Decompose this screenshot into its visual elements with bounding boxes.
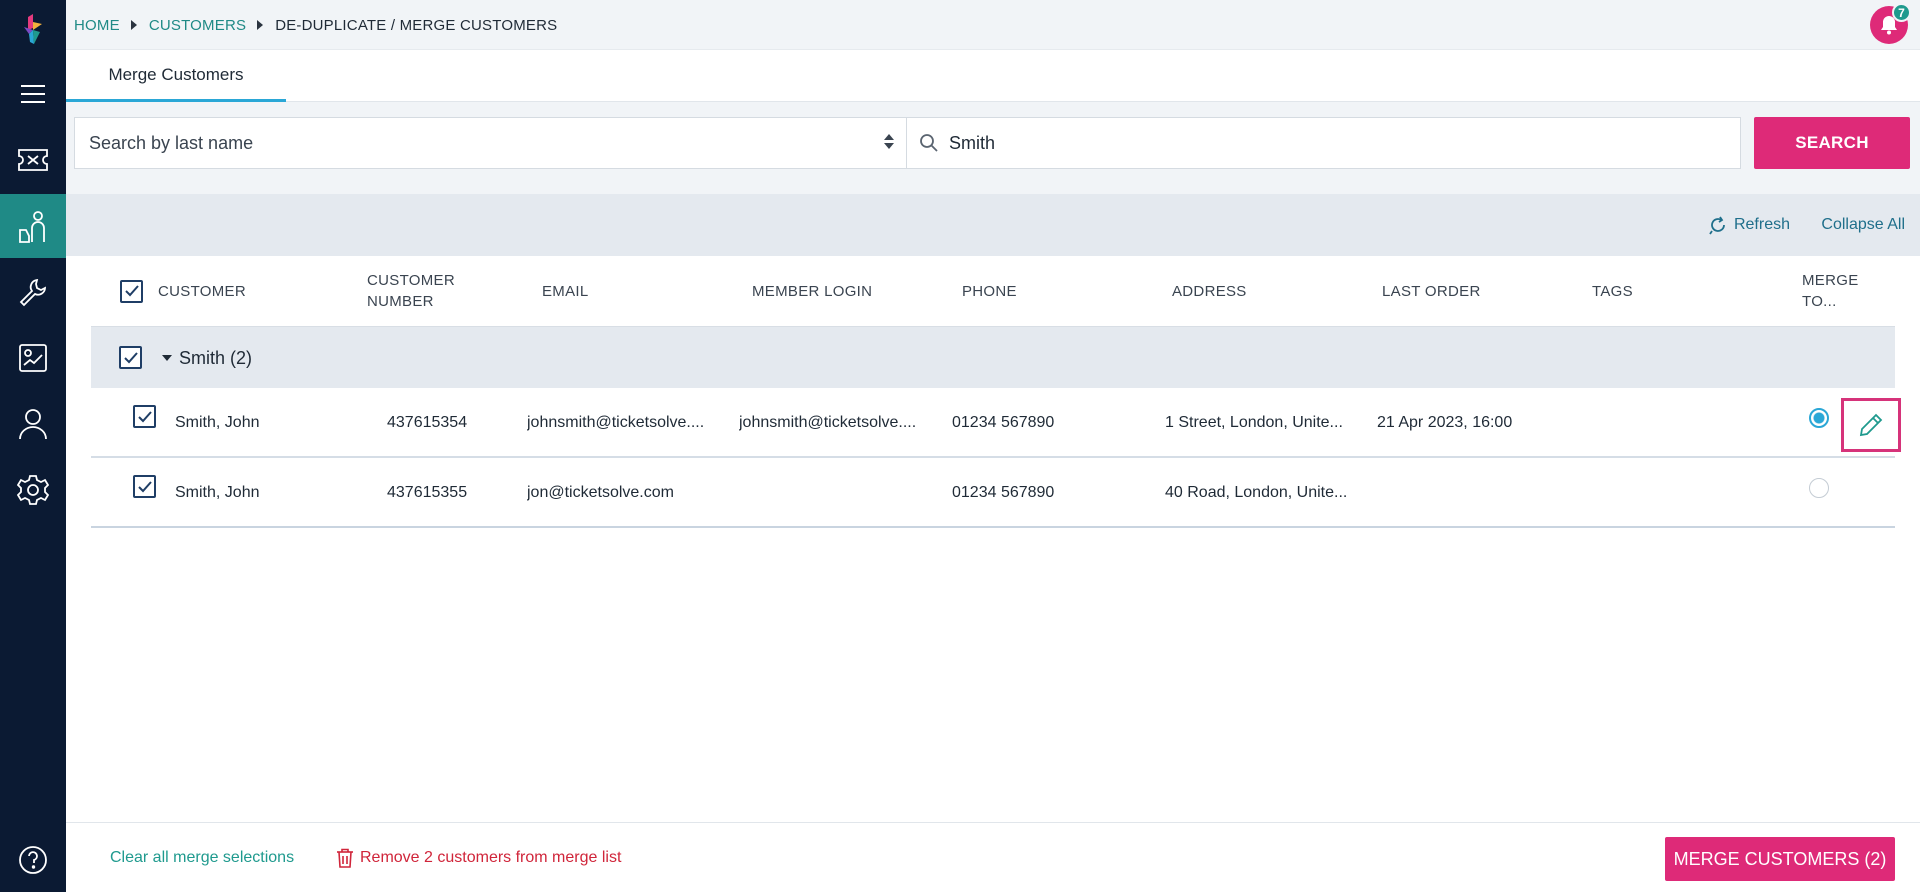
breadcrumb-current: DE-DUPLICATE / MERGE CUSTOMERS xyxy=(275,16,558,34)
header-email[interactable]: EMAIL xyxy=(542,256,589,326)
wrench-icon[interactable] xyxy=(0,260,66,324)
table-row[interactable]: Smith, John 437615355 jon@ticketsolve.co… xyxy=(91,458,1895,528)
row-checkbox[interactable] xyxy=(133,405,156,428)
search-input-wrapper xyxy=(906,117,1741,169)
cell-member-login: johnsmith@ticketsolve.... xyxy=(739,414,917,431)
merge-to-radio[interactable] xyxy=(1809,478,1829,498)
cell-phone: 01234 567890 xyxy=(952,414,1055,431)
breadcrumb-customers[interactable]: CUSTOMERS xyxy=(149,17,246,34)
refresh-label: Refresh xyxy=(1733,216,1790,233)
cell-customer-number: 437615354 xyxy=(387,414,468,431)
row-checkbox[interactable] xyxy=(133,475,156,498)
header-merge-to: MERGE TO... xyxy=(1802,256,1859,326)
search-area: Search by last name SEARCH xyxy=(66,102,1920,194)
header-customer-number[interactable]: CUSTOMER NUMBER xyxy=(367,256,455,326)
merge-customers-button[interactable]: MERGE CUSTOMERS (2) xyxy=(1665,837,1895,881)
cell-customer-name[interactable]: Smith, John xyxy=(175,388,355,458)
notifications-button[interactable]: 7 xyxy=(1870,3,1911,44)
clear-merge-selections-link[interactable]: Clear all merge selections xyxy=(110,823,294,892)
cell-address: 40 Road, London, Unite... xyxy=(1165,484,1348,501)
cell-email: johnsmith@ticketsolve.... xyxy=(527,414,705,431)
cell-tags xyxy=(1590,388,1740,458)
table-toolbar: Refresh Collapse All xyxy=(66,194,1920,256)
customers-table: CUSTOMER CUSTOMER NUMBER EMAIL MEMBER LO… xyxy=(91,256,1901,528)
tab-bar: Merge Customers xyxy=(66,50,1920,102)
search-button[interactable]: SEARCH xyxy=(1754,117,1910,169)
checkmark-icon xyxy=(137,410,152,422)
table-row[interactable]: Smith, John 437615354 johnsmith@ticketso… xyxy=(91,388,1901,458)
cell-member-login xyxy=(739,458,939,528)
select-all-checkbox[interactable] xyxy=(120,256,143,326)
group-checkbox[interactable] xyxy=(119,346,142,369)
caret-down-icon[interactable] xyxy=(162,355,172,361)
header-phone[interactable]: PHONE xyxy=(962,256,1017,326)
help-icon[interactable] xyxy=(0,828,66,892)
cell-address: 1 Street, London, Unite... xyxy=(1165,414,1343,431)
user-icon[interactable] xyxy=(0,392,66,456)
header-customer[interactable]: CUSTOMER xyxy=(158,256,246,326)
header-address[interactable]: ADDRESS xyxy=(1172,256,1247,326)
select-arrows-icon xyxy=(884,134,894,149)
menu-icon[interactable] xyxy=(0,62,66,126)
checkmark-icon xyxy=(123,351,138,363)
header-last-order[interactable]: LAST ORDER xyxy=(1382,256,1481,326)
cell-customer-name[interactable]: Smith, John xyxy=(175,458,355,528)
footer-bar: Clear all merge selections Remove 2 cust… xyxy=(66,822,1920,892)
header-merge-to-line1: MERGE xyxy=(1802,272,1859,289)
header-member-login[interactable]: MEMBER LOGIN xyxy=(752,256,872,326)
checkmark-icon xyxy=(124,285,139,297)
search-input[interactable] xyxy=(949,132,1709,154)
breadcrumb-home[interactable]: HOME xyxy=(74,17,120,34)
breadcrumb-separator-icon xyxy=(257,20,264,30)
cell-phone: 01234 567890 xyxy=(952,484,1055,501)
header-customer-number-line1: CUSTOMER xyxy=(367,272,455,289)
cell-last-order xyxy=(1377,458,1577,528)
search-icon xyxy=(919,133,939,153)
collapse-all-button[interactable]: Collapse All xyxy=(1821,194,1905,256)
header-tags[interactable]: TAGS xyxy=(1592,256,1633,326)
notification-count-badge: 7 xyxy=(1892,3,1911,22)
cell-last-order: 21 Apr 2023, 16:00 xyxy=(1377,414,1513,431)
header-customer-number-line2: NUMBER xyxy=(367,293,434,310)
sidebar xyxy=(0,0,66,892)
search-field-select-value: Search by last name xyxy=(89,132,254,153)
group-row[interactable]: Smith (2) xyxy=(91,326,1895,388)
search-field-select[interactable]: Search by last name xyxy=(74,117,907,169)
refresh-button[interactable]: Refresh xyxy=(1708,194,1790,256)
edit-button[interactable] xyxy=(1841,398,1901,452)
breadcrumb-separator-icon xyxy=(130,20,137,30)
cell-tags xyxy=(1590,458,1740,528)
top-bar: HOME CUSTOMERS DE-DUPLICATE / MERGE CUST… xyxy=(66,0,1920,50)
reports-icon[interactable] xyxy=(0,326,66,390)
tab-merge-customers[interactable]: Merge Customers xyxy=(66,50,286,102)
table-header: CUSTOMER CUSTOMER NUMBER EMAIL MEMBER LO… xyxy=(91,256,1895,326)
checkmark-icon xyxy=(137,480,152,492)
ticketsolve-logo-icon[interactable] xyxy=(0,0,66,62)
remove-customers-label: Remove 2 customers from merge list xyxy=(360,849,622,866)
pencil-icon xyxy=(1859,413,1883,437)
remove-customers-link[interactable]: Remove 2 customers from merge list xyxy=(336,823,621,892)
breadcrumb: HOME CUSTOMERS DE-DUPLICATE / MERGE CUST… xyxy=(74,0,557,50)
cell-customer-number: 437615355 xyxy=(387,484,468,501)
group-label: Smith (2) xyxy=(179,347,253,368)
gear-icon[interactable] xyxy=(0,458,66,522)
refresh-icon xyxy=(1709,216,1725,235)
ticket-icon[interactable] xyxy=(0,128,66,192)
customers-icon[interactable] xyxy=(0,194,66,258)
merge-to-radio-selected[interactable] xyxy=(1809,408,1829,428)
trash-icon xyxy=(337,848,353,868)
cell-email: jon@ticketsolve.com xyxy=(527,484,674,501)
header-merge-to-line2: TO... xyxy=(1802,293,1837,310)
